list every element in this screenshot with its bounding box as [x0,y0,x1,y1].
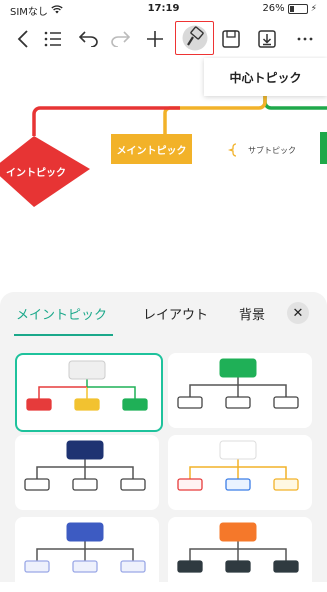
theme-card-rainbow[interactable] [15,353,163,432]
close-icon: ✕ [292,305,304,321]
connector [238,466,287,479]
more-button[interactable] [292,22,318,56]
center-topic-node[interactable]: 中心トピック [204,58,327,96]
child-node [225,396,251,409]
theme-preview [177,358,299,409]
undo-icon [79,31,98,47]
theme-preview [177,522,299,573]
connector [189,466,238,479]
sub-topic-node[interactable]: サブトピック [248,145,296,156]
child-node [177,560,203,573]
child-node [225,560,251,573]
connector [189,384,238,397]
format-brush-icon [182,25,207,51]
tab-main-topic[interactable]: メイントピック [16,304,107,323]
theme-panel: メイントピック レイアウト 背景 ✕ [0,292,327,592]
undo-button[interactable] [76,22,102,56]
root-node [66,522,104,542]
connector [189,548,238,561]
root-node [219,440,257,460]
add-icon [147,31,163,47]
theme-preview [177,440,299,491]
mindmap-canvas[interactable]: 中心トピック メイントピック サブトピック イントピック [0,56,327,292]
root-node [219,522,257,542]
export-button[interactable] [254,22,280,56]
child-node [120,478,146,491]
toolbar [0,21,327,56]
root-node [68,360,106,380]
battery-percent: 26% [262,3,285,14]
child-node [177,478,203,491]
battery-fill [289,5,294,12]
save-icon [222,30,240,48]
theme-card-blue[interactable] [15,517,159,592]
connector [38,386,87,399]
battery-icon [287,3,308,14]
export-icon [258,30,276,48]
charging-icon: ⚡ [310,3,317,14]
child-node [26,398,52,411]
diamond-topic-label[interactable]: イントピック [0,164,72,179]
main-topic-node[interactable]: メイントピック [111,134,192,164]
redo-button[interactable] [107,22,133,56]
child-node [177,396,203,409]
root-node [66,440,104,460]
outline-icon [44,31,61,47]
theme-preview [24,440,146,491]
add-button[interactable] [142,22,168,56]
back-icon [17,30,28,48]
child-node [122,398,148,411]
child-node [72,560,98,573]
theme-card-navy[interactable] [15,435,159,510]
connector [36,466,85,479]
child-node [273,560,299,573]
active-tab-indicator [14,334,113,336]
tab-layout[interactable]: レイアウト [143,304,208,323]
more-icon [297,37,313,41]
connector [87,386,136,399]
theme-card-green[interactable] [168,353,312,428]
format-brush-button[interactable] [175,21,214,55]
save-button[interactable] [218,22,244,56]
outline-button[interactable] [40,22,66,56]
child-node [72,478,98,491]
child-node [273,396,299,409]
theme-card-colorful[interactable] [168,435,312,510]
child-node [24,560,50,573]
status-right: 26% ⚡ [262,3,317,14]
redo-icon [111,31,130,47]
connector [85,548,134,561]
back-button[interactable] [10,22,36,56]
theme-preview [26,360,148,411]
root-node [219,358,257,378]
connector [238,548,287,561]
connector [238,384,287,397]
connector [85,466,134,479]
status-bar: SIMなし 17:19 26% ⚡ [0,0,327,18]
panel-tabs: メイントピック レイアウト 背景 ✕ [0,292,327,338]
theme-card-orange[interactable] [168,517,312,592]
child-node [74,398,100,411]
close-button[interactable]: ✕ [287,302,309,324]
child-node [120,560,146,573]
child-node [24,478,50,491]
connector [36,548,85,561]
child-node [225,478,251,491]
tab-background[interactable]: 背景 [239,304,265,323]
child-node [273,478,299,491]
theme-preview [24,522,146,573]
